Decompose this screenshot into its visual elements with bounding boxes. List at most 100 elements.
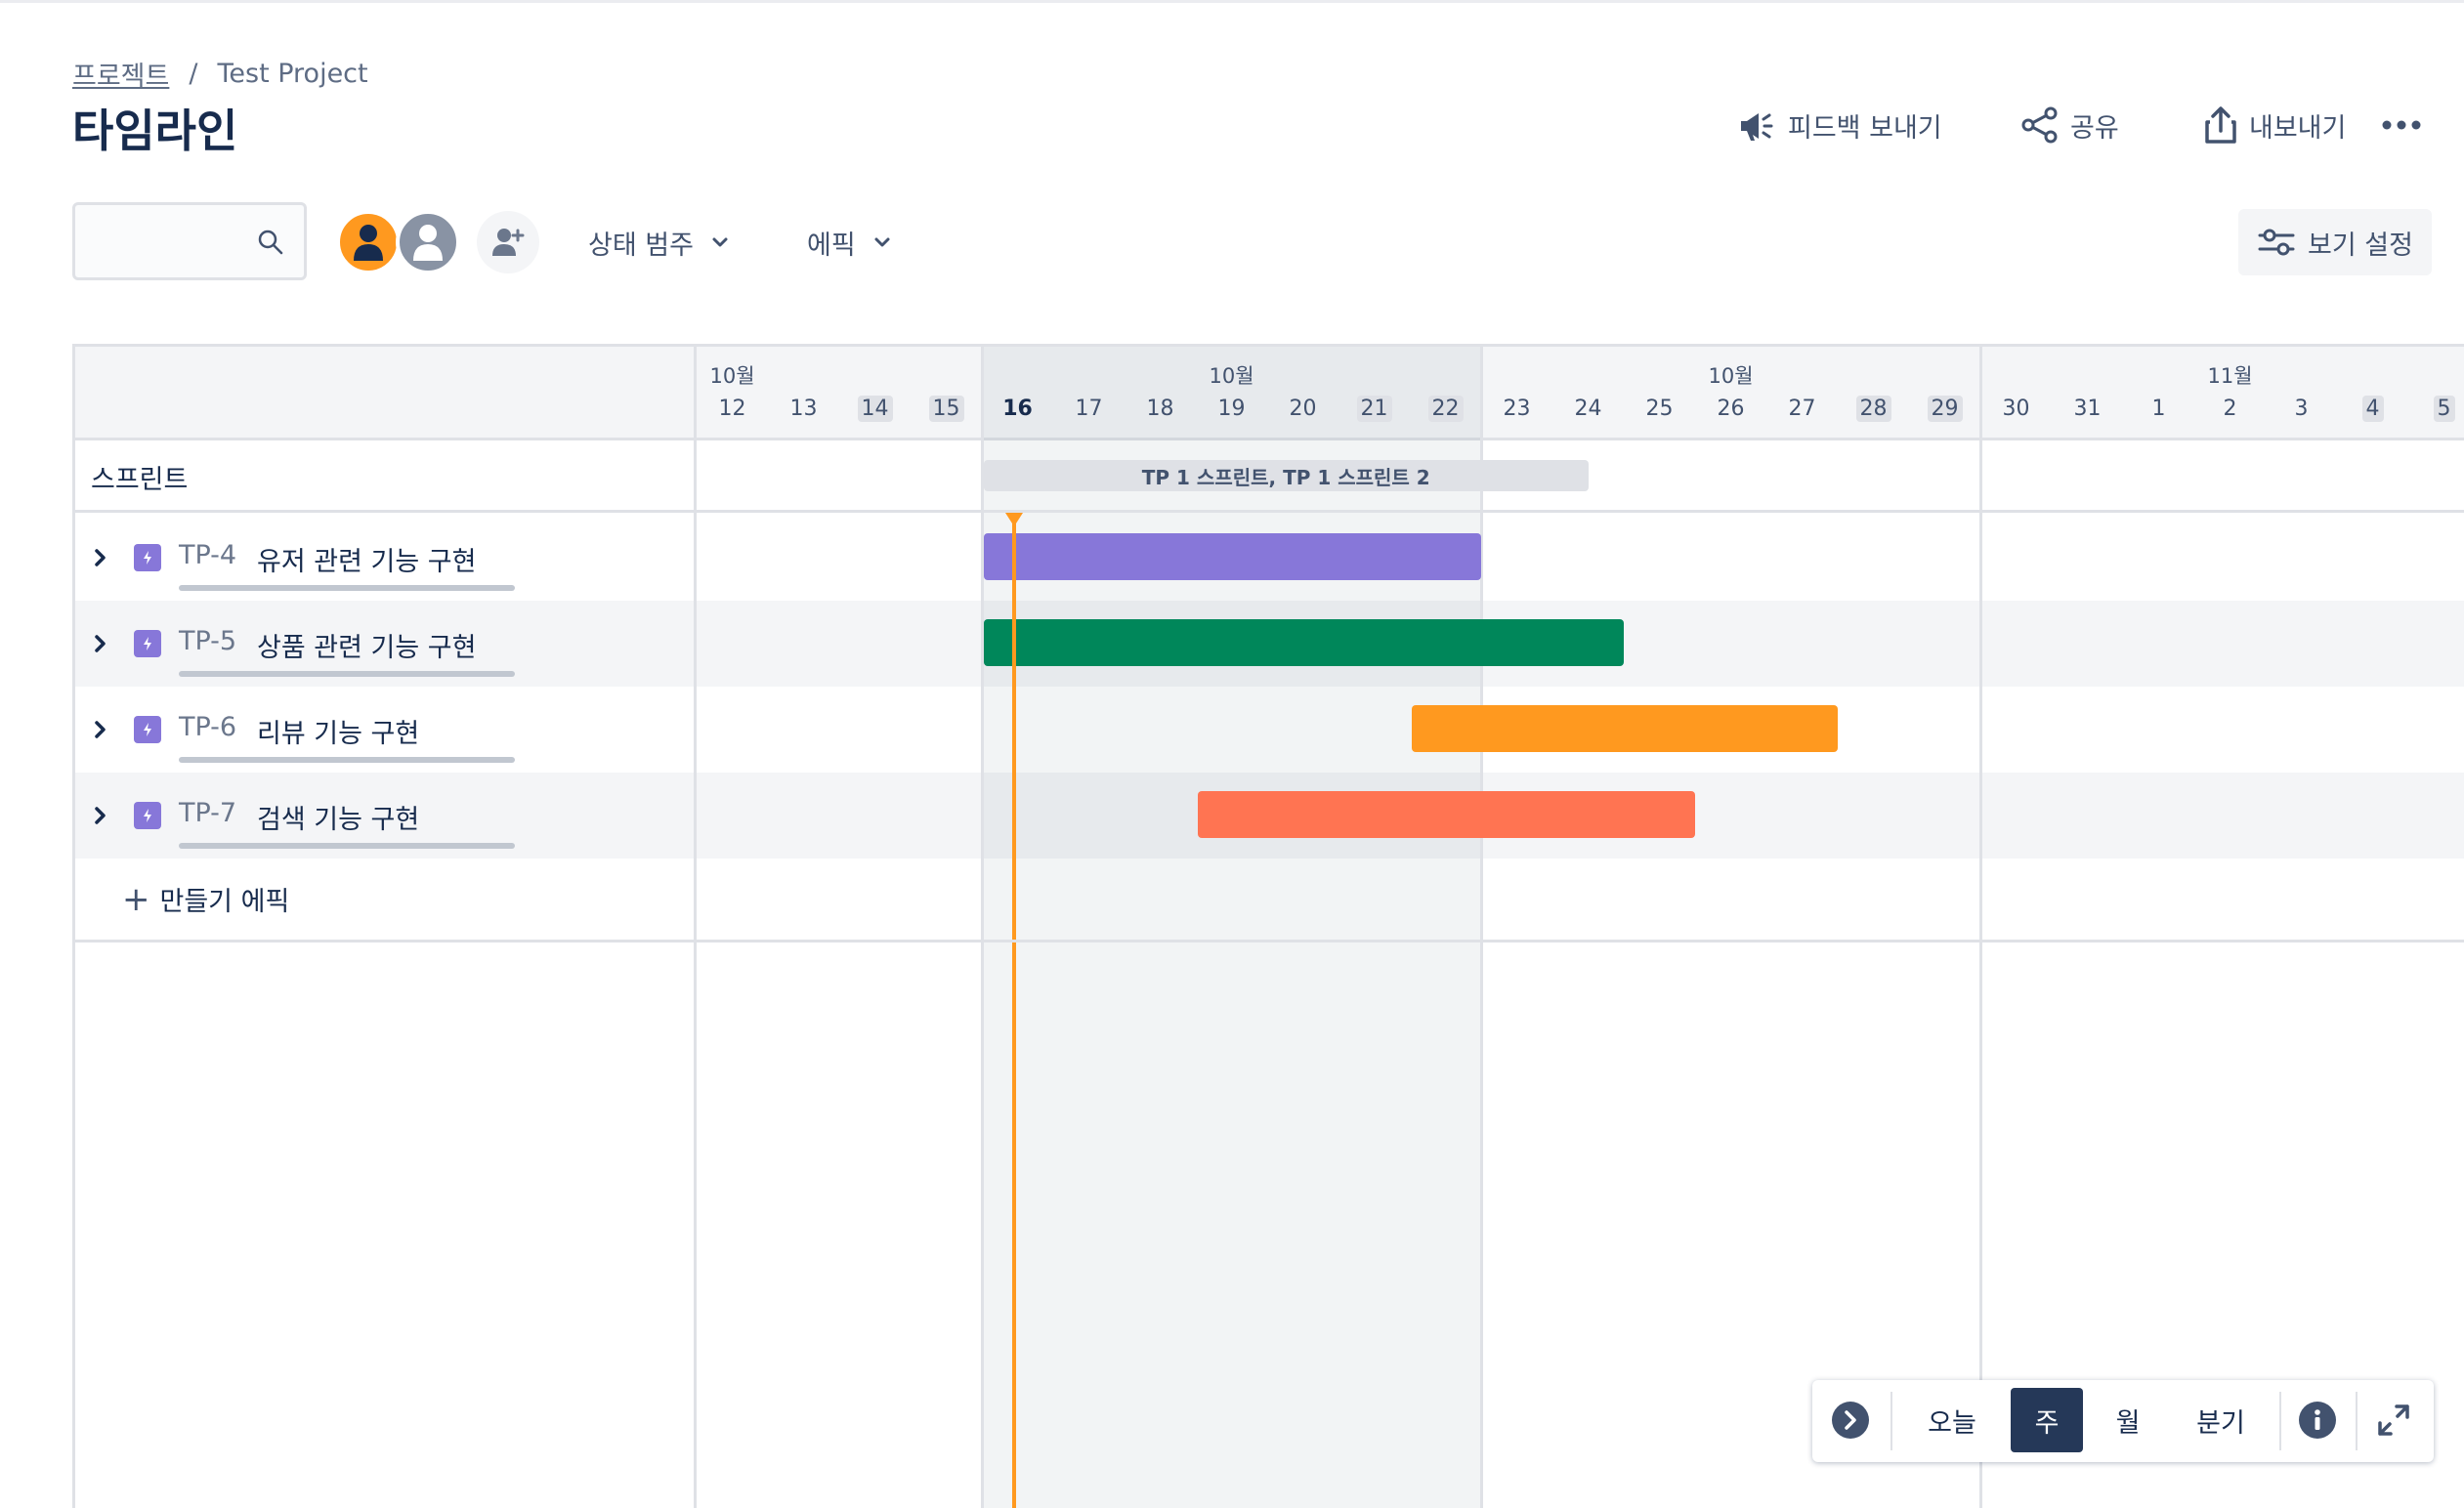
breadcrumb-projects-link[interactable]: 프로젝트 <box>72 55 169 93</box>
month-label: 11월 <box>2207 364 2253 388</box>
epic-filter[interactable]: 에픽 <box>807 219 891 266</box>
share-icon <box>2021 106 2058 144</box>
day-label: 20 <box>1289 397 1317 421</box>
day-label: 26 <box>1717 397 1745 421</box>
month-label: 10월 <box>1708 364 1754 388</box>
collapse-panel-button[interactable] <box>1828 1388 1873 1452</box>
epic-name[interactable]: 상품 관련 기능 구현 <box>257 626 476 664</box>
epic-progress-bar <box>179 757 515 763</box>
share-label: 공유 <box>2070 112 2119 144</box>
day-label: 27 <box>1788 397 1816 421</box>
today-button[interactable]: 오늘 <box>1902 1388 2002 1452</box>
page-title: 타임라인 <box>72 105 238 157</box>
day-label: 5 <box>2433 396 2455 422</box>
chevron-right-icon[interactable] <box>91 804 110 827</box>
day-label: 2 <box>2223 397 2237 421</box>
chevron-down-icon <box>712 237 728 247</box>
epic-cell[interactable]: TP-6 리뷰 기능 구현 <box>85 687 691 773</box>
epic-row-tp-7: TP-7 검색 기능 구현 <box>75 773 2464 859</box>
day-label: 17 <box>1075 397 1103 421</box>
person-icon <box>354 225 383 261</box>
share-button[interactable]: 공유 <box>2021 102 2119 148</box>
day-label: 1 <box>2151 397 2166 421</box>
export-label: 내보내기 <box>2249 112 2347 144</box>
chevron-right-icon[interactable] <box>91 632 110 655</box>
day-label: 31 <box>2073 397 2102 421</box>
view-settings-label: 보기 설정 <box>2308 230 2413 261</box>
plus-icon: + <box>122 879 150 919</box>
epic-lightning-icon <box>134 544 161 571</box>
feedback-button[interactable]: 피드백 보내기 <box>1737 102 1942 148</box>
breadcrumb: 프로젝트 / Test Project <box>72 55 368 93</box>
day-label: 29 <box>1927 396 1963 422</box>
epic-progress-bar <box>179 843 515 849</box>
day-label: 22 <box>1427 396 1464 422</box>
fullscreen-button[interactable] <box>2367 1388 2420 1452</box>
breadcrumb-project-link[interactable]: Test Project <box>217 59 367 89</box>
export-icon <box>2205 106 2236 144</box>
epic-cell[interactable]: TP-4 유저 관련 기능 구현 <box>85 515 691 601</box>
search-box <box>72 202 307 280</box>
divider <box>2356 1392 2358 1450</box>
day-label: 28 <box>1855 396 1891 422</box>
more-horizontal-icon <box>2382 120 2421 130</box>
epic-row-tp-6: TP-6 리뷰 기능 구현 <box>75 687 2464 773</box>
info-icon <box>2299 1402 2336 1439</box>
more-actions-button[interactable] <box>2382 102 2433 148</box>
epic-lightning-icon <box>134 630 161 657</box>
day-label: 23 <box>1503 397 1531 421</box>
day-label: 4 <box>2361 396 2384 422</box>
view-settings-button[interactable]: 보기 설정 <box>2238 209 2432 275</box>
top-border <box>0 0 2464 3</box>
feedback-label: 피드백 보내기 <box>1788 112 1942 144</box>
zoom-month-button[interactable]: 월 <box>2092 1388 2164 1452</box>
day-label: 24 <box>1574 397 1602 421</box>
epic-name[interactable]: 검색 기능 구현 <box>257 798 419 836</box>
epic-cell[interactable]: TP-5 상품 관련 기능 구현 <box>85 601 691 687</box>
timeline-zoom-controls: 오늘 주 월 분기 <box>1812 1380 2434 1462</box>
epic-name[interactable]: 유저 관련 기능 구현 <box>257 540 476 578</box>
zoom-week-button[interactable]: 주 <box>2011 1388 2083 1452</box>
add-person-icon <box>492 229 525 256</box>
epic-row-tp-5: TP-5 상품 관련 기능 구현 <box>75 601 2464 687</box>
day-label: 14 <box>857 396 893 422</box>
day-label: 13 <box>789 397 818 421</box>
avatar-user-1[interactable] <box>336 210 401 274</box>
export-button[interactable]: 내보내기 <box>2204 102 2346 148</box>
day-label: 25 <box>1645 397 1674 421</box>
create-epic-button[interactable]: + 만들기 에픽 <box>122 880 289 918</box>
epic-lightning-icon <box>134 802 161 829</box>
day-label: 18 <box>1146 397 1174 421</box>
search-icon <box>258 230 283 255</box>
create-epic-label: 만들기 에픽 <box>159 887 290 917</box>
day-label: 12 <box>718 397 746 421</box>
epic-key[interactable]: TP-6 <box>179 712 236 742</box>
chevron-down-icon <box>874 237 890 247</box>
epic-row-tp-4: TP-4 유저 관련 기능 구현 <box>75 515 2464 601</box>
add-people-button[interactable] <box>477 211 539 273</box>
search-input[interactable] <box>87 215 243 268</box>
status-category-filter[interactable]: 상태 범주 <box>588 219 729 266</box>
epic-filter-label: 에픽 <box>807 230 856 261</box>
day-label: 16 <box>1002 397 1033 421</box>
person-icon <box>413 225 443 261</box>
day-label: 19 <box>1217 397 1246 421</box>
day-label: 30 <box>2002 397 2030 421</box>
epic-key[interactable]: TP-4 <box>179 540 236 570</box>
timeline-grid: 10월 10월 10월 11월 12 13 14 15 16 17 18 19 20 21 22 23 24 25… <box>72 344 2464 1508</box>
month-label: 10월 <box>709 364 755 388</box>
create-epic-row: + 만들기 에픽 <box>75 857 2464 942</box>
chevron-right-icon[interactable] <box>91 546 110 569</box>
chevron-right-icon[interactable] <box>91 718 110 741</box>
info-button[interactable] <box>2291 1388 2344 1452</box>
megaphone-icon <box>1741 113 1773 141</box>
divider <box>2279 1392 2281 1450</box>
epic-key[interactable]: TP-7 <box>179 798 236 828</box>
zoom-quarter-button[interactable]: 분기 <box>2172 1388 2270 1452</box>
epic-name[interactable]: 리뷰 기능 구현 <box>257 712 419 750</box>
epic-cell[interactable]: TP-7 검색 기능 구현 <box>85 773 691 859</box>
avatar-user-2[interactable] <box>396 210 460 274</box>
epic-progress-bar <box>179 585 515 591</box>
epic-key[interactable]: TP-5 <box>179 626 236 656</box>
epic-progress-bar <box>179 671 515 677</box>
